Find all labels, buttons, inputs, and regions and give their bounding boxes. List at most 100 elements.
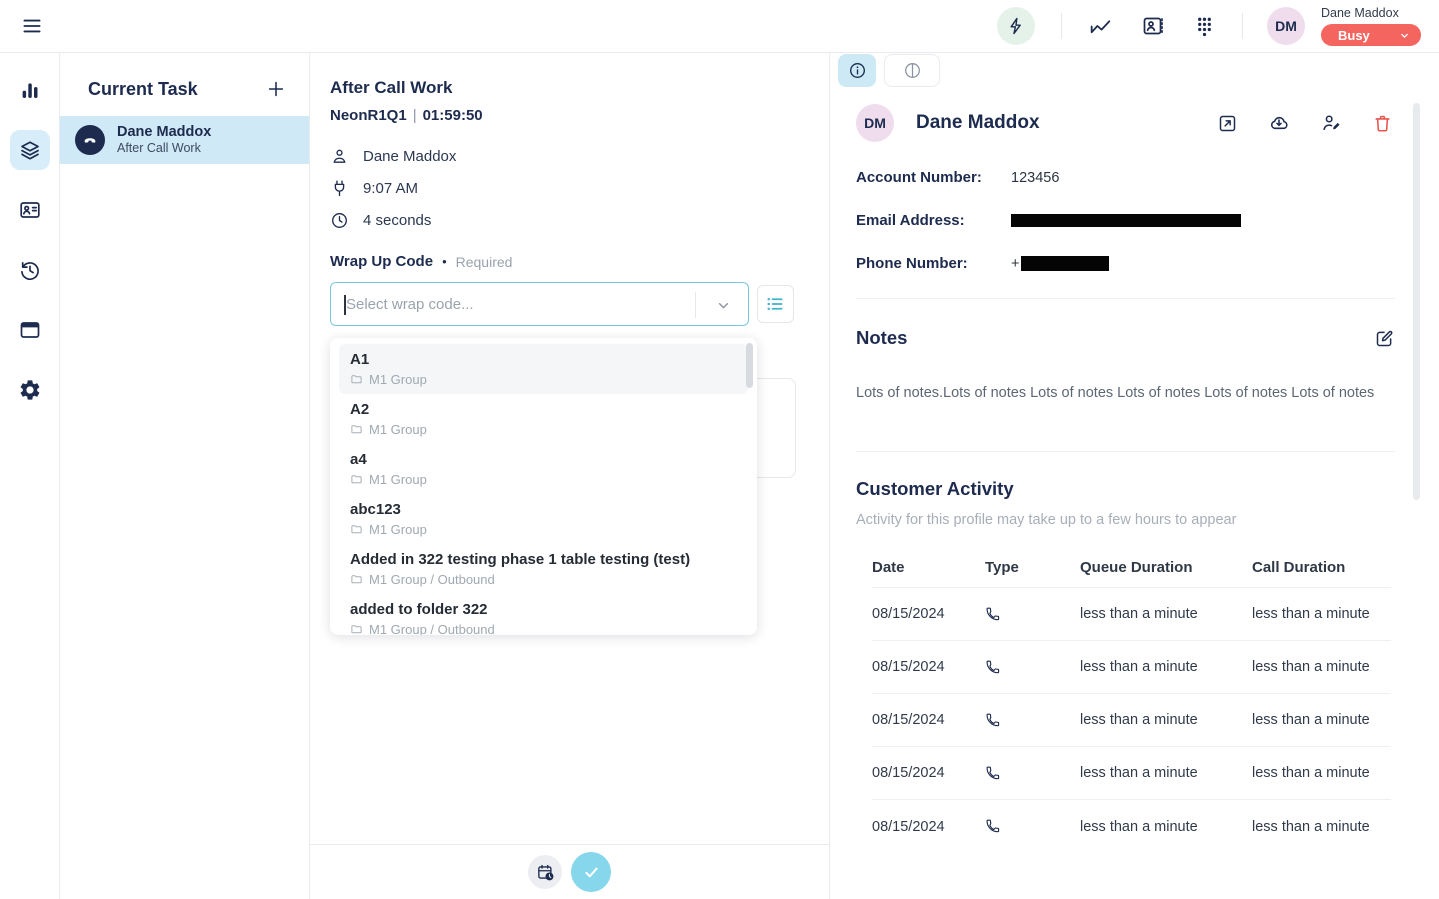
field-label: Account Number: [856,169,1011,186]
tab-info[interactable] [838,54,876,87]
contact-card-icon [18,198,42,222]
current-task-header: Current Task [60,53,309,100]
activity-queue-duration: less than a minute [1080,712,1252,728]
sidebar-item-contacts[interactable] [10,190,50,230]
history-icon [18,258,42,282]
activity-queue-duration: less than a minute [1080,659,1252,675]
sidebar-item-analytics[interactable] [10,70,50,110]
option-group-path: M1 Group [369,522,427,537]
column-header-type: Type [985,559,1080,576]
user-avatar[interactable]: DM [1267,7,1305,45]
wrap-code-option[interactable]: Added in 322 testing phase 1 table testi… [330,544,757,594]
bar-chart-icon [18,78,42,102]
wrap-code-option[interactable]: added to folder 322 M1 Group / Outbound [330,594,757,635]
activity-table-row: 08/15/2024 less than a minute less than … [872,747,1391,800]
separator: | [413,107,417,124]
redacted-phone-value [1021,256,1109,271]
activity-call-duration: less than a minute [1252,606,1391,622]
acw-title: After Call Work [330,78,794,98]
activity-queue-duration: less than a minute [1080,765,1252,781]
contact-avatar: DM [856,104,894,142]
wrap-code-select[interactable] [330,282,749,326]
profile-scrollbar[interactable] [1413,103,1420,500]
hamburger-menu-button[interactable] [17,11,47,41]
start-time: 9:07 AM [363,180,418,197]
chevron-down-icon [1398,29,1411,42]
chevron-down-icon[interactable] [715,297,732,314]
activity-table-row: 08/15/2024 less than a minute less than … [872,588,1391,641]
sidebar-item-settings[interactable] [10,370,50,410]
field-label: Phone Number: [856,255,1011,272]
folder-icon [350,573,363,586]
tab-secondary[interactable] [884,54,940,87]
activity-queue-duration: less than a minute [1080,606,1252,622]
redacted-email-value [1011,214,1241,227]
status-dropdown-button[interactable]: Busy [1321,24,1421,46]
option-group-path: M1 Group [369,422,427,437]
wrap-code-option[interactable]: A2 M1 Group [330,394,757,444]
wrap-code-option[interactable]: a4 M1 Group [330,444,757,494]
dialpad-button[interactable] [1191,13,1218,40]
edit-notes-button[interactable] [1374,328,1395,349]
profile-actions [1217,112,1393,134]
folder-icon [350,523,363,536]
activity-table: Date Type Queue Duration Call Duration 0… [856,548,1391,853]
header-divider [1061,13,1062,39]
complete-task-button[interactable] [571,852,611,892]
app-window: DM Dane Maddox Busy [0,0,1439,899]
phone-row: Phone Number: + [856,255,1439,272]
column-header-queue-duration: Queue Duration [1080,559,1252,576]
wrap-code-option[interactable]: abc123 M1 Group [330,494,757,544]
activity-table-body: 08/15/2024 less than a minute less than … [872,588,1391,853]
customer-activity-title: Customer Activity [856,478,1439,500]
acw-footer [310,844,829,899]
sidebar-item-history[interactable] [10,250,50,290]
wrap-code-option[interactable]: A1 M1 Group [339,344,748,394]
wrap-code-select-row [330,282,794,326]
section-divider [856,298,1395,299]
select-divider [695,292,696,318]
header-actions: DM Dane Maddox Busy [995,5,1439,47]
activity-table-row: 08/15/2024 less than a minute less than … [872,800,1391,853]
after-call-work-panel: After Call Work NeonR1Q1|01:59:50 Dane M… [310,53,830,899]
contact-row: Dane Maddox [330,147,794,166]
delete-contact-button[interactable] [1372,113,1393,134]
line-chart-icon [1088,14,1113,39]
sidebar-item-workspace[interactable] [10,310,50,350]
folder-icon [350,423,363,436]
gear-icon [18,378,42,402]
option-group-path: M1 Group [369,372,427,387]
reporting-button[interactable] [1086,12,1115,41]
phone-icon [985,712,1080,729]
folder-icon [350,473,363,486]
folder-icon [350,623,363,635]
edit-contact-button[interactable] [1320,112,1342,134]
wrap-code-input[interactable] [331,283,701,325]
add-task-button[interactable] [265,78,287,100]
layers-icon [18,138,42,162]
task-contact-name: Dane Maddox [117,124,211,141]
sidebar-item-tasks[interactable] [10,130,50,170]
info-icon [848,61,867,80]
phone-icon [75,125,105,155]
option-label: added to folder 322 [350,601,737,619]
phone-icon [985,765,1080,782]
column-header-date: Date [872,559,985,576]
menu-icon [19,13,45,39]
browse-wrap-codes-button[interactable] [757,285,794,323]
open-profile-button[interactable] [1217,113,1238,134]
section-divider [856,451,1395,452]
trash-icon [1372,113,1393,134]
contacts-button[interactable] [1139,12,1167,40]
quick-actions-button[interactable] [995,5,1037,47]
customer-activity-subtitle: Activity for this profile may take up to… [856,512,1439,528]
header-divider [1242,13,1243,39]
dropdown-scrollbar[interactable] [746,343,753,388]
field-label: Email Address: [856,212,1011,229]
download-profile-button[interactable] [1268,112,1290,134]
status-label: Busy [1338,28,1370,43]
contact-name: Dane Maddox [916,112,1040,134]
schedule-followup-button[interactable] [528,855,562,889]
task-list-item[interactable]: Dane Maddox After Call Work [60,116,309,164]
text-caret [344,295,346,315]
